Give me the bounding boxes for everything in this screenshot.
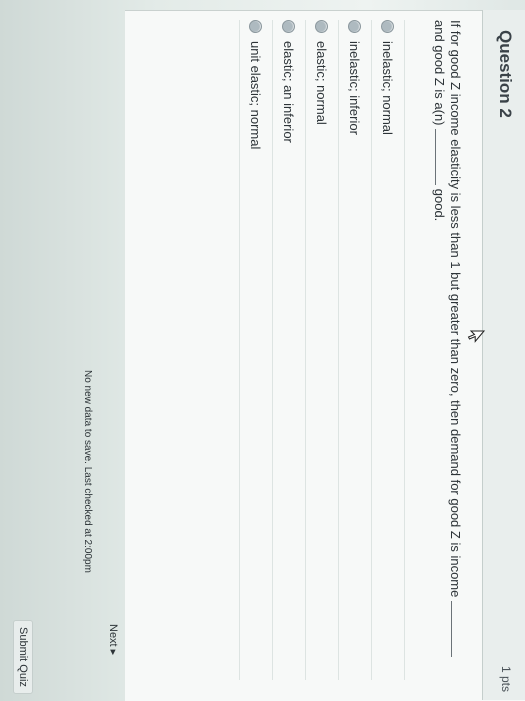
- choice-label: elastic; an inferior: [281, 41, 297, 143]
- choice-label: inelastic; inferior: [347, 41, 363, 135]
- radio-icon[interactable]: [348, 20, 362, 33]
- blank-1: [451, 600, 462, 657]
- choice-inelastic-normal[interactable]: inelastic; normal: [372, 20, 405, 680]
- choice-label: inelastic; normal: [380, 41, 396, 135]
- quiz-footer: [0, 10, 125, 700]
- question-header: Question 2 1 pts: [482, 10, 525, 700]
- radio-icon[interactable]: [282, 20, 296, 33]
- submit-quiz-button[interactable]: Submit Quiz: [13, 620, 33, 694]
- question-text-part3: good.: [432, 188, 447, 222]
- choice-elastic-inferior[interactable]: elastic; an inferior: [273, 20, 306, 680]
- question-title: Question 2: [496, 30, 515, 118]
- choice-label: unit elastic; normal: [248, 41, 264, 150]
- radio-icon[interactable]: [381, 20, 395, 33]
- choice-unit-elastic-normal[interactable]: unit elastic; normal: [239, 20, 273, 680]
- radio-icon[interactable]: [249, 20, 263, 33]
- question-text-part2: and good Z is a(n): [432, 20, 447, 126]
- choice-elastic-normal[interactable]: elastic; normal: [306, 20, 339, 680]
- mouse-cursor-icon: [467, 330, 485, 343]
- autosave-status: No new data to save. Last checked at 2:0…: [82, 370, 93, 573]
- rotated-screen: Question 2 1 pts If for good Z income el…: [0, 0, 525, 701]
- question-text: If for good Z income elasticity is less …: [431, 20, 463, 670]
- radio-icon[interactable]: [315, 20, 329, 33]
- answer-choices: inelastic; normal inelastic; inferior el…: [239, 20, 405, 680]
- blank-2: [435, 129, 446, 186]
- points-badge: 1 pts: [499, 665, 513, 692]
- choice-inelastic-inferior[interactable]: inelastic; inferior: [339, 20, 372, 680]
- question-text-part1: If for good Z income elasticity is less …: [448, 20, 463, 598]
- choice-label: elastic; normal: [314, 41, 330, 125]
- next-button[interactable]: Next ▸: [105, 620, 122, 659]
